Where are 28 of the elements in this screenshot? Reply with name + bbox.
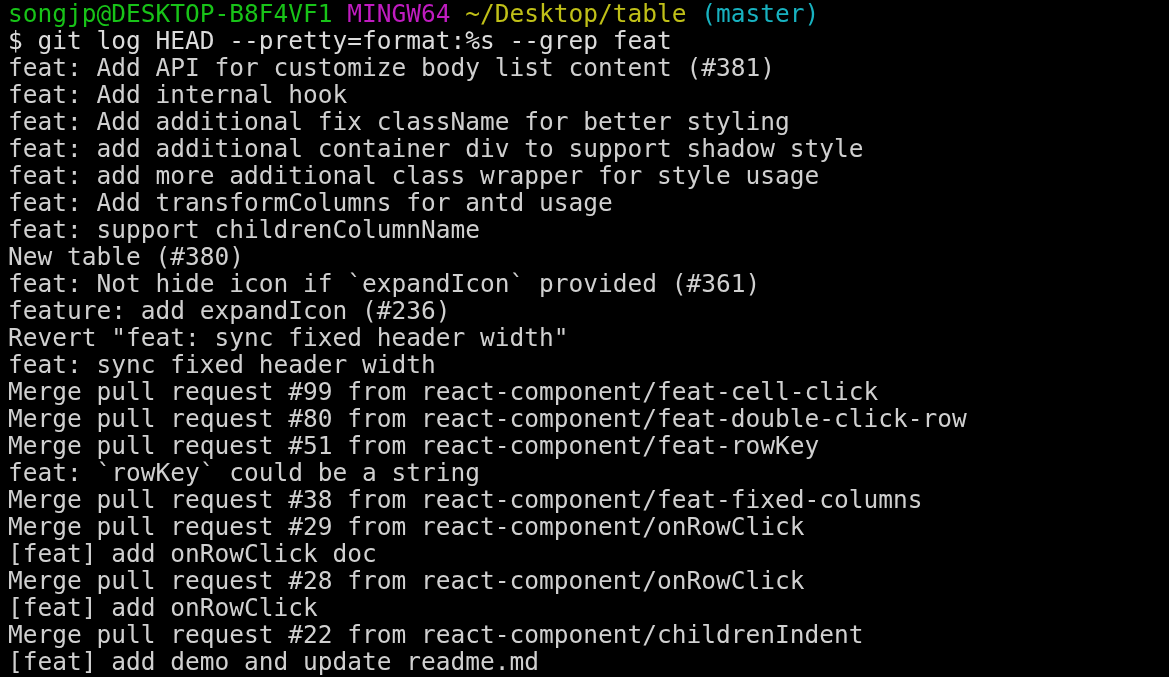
output-line: feature: add expandIcon (#236) bbox=[8, 296, 451, 325]
output-line: feat: Not hide icon if `expandIcon` provided (#361) bbox=[8, 269, 761, 298]
prompt-branch: (master) bbox=[701, 0, 820, 28]
output-line: feat: sync fixed header width bbox=[8, 350, 436, 379]
output-line: Merge pull request #28 from react-component/onRowClick bbox=[8, 566, 805, 595]
output-line: New table (#380) bbox=[8, 242, 244, 271]
output-line: Merge pull request #29 from react-component/onRowClick bbox=[8, 512, 805, 541]
output-line: feat: `rowKey` could be a string bbox=[8, 458, 480, 487]
output-line: Merge pull request #99 from react-component/feat-cell-click bbox=[8, 377, 879, 406]
command-line: $ git log HEAD --pretty=format:%s --grep feat bbox=[8, 26, 672, 55]
output-line: feat: add more additional class wrapper for style usage bbox=[8, 161, 820, 190]
output-line: Revert "feat: sync fixed header width" bbox=[8, 323, 569, 352]
output-line: Merge pull request #38 from react-component/feat-fixed-columns bbox=[8, 485, 923, 514]
output-line: feat: support childrenColumnName bbox=[8, 215, 480, 244]
output-line: [feat] add onRowClick bbox=[8, 593, 318, 622]
output-line: Merge pull request #80 from react-component/feat-double-click-row bbox=[8, 404, 967, 433]
output-line: feat: Add internal hook bbox=[8, 80, 348, 109]
output-line: [feat] add onRowClick doc bbox=[8, 539, 377, 568]
output-line: Merge pull request #22 from react-component/childrenIndent bbox=[8, 620, 864, 649]
output-line: feat: Add additional fix className for better styling bbox=[8, 107, 790, 136]
prompt-shell: MINGW64 bbox=[347, 0, 451, 28]
output-line: feat: Add API for customize body list content (#381) bbox=[8, 53, 775, 82]
output-line: [feat] add demo and update readme.md bbox=[8, 647, 539, 676]
output-line: feat: Add transformColumns for antd usage bbox=[8, 188, 613, 217]
output-line: feat: add additional container div to support shadow style bbox=[8, 134, 864, 163]
prompt-user-host: songjp@DESKTOP-B8F4VF1 bbox=[8, 0, 333, 28]
output-line: Merge pull request #51 from react-component/feat-rowKey bbox=[8, 431, 820, 460]
prompt-path: ~/Desktop/table bbox=[465, 0, 687, 28]
